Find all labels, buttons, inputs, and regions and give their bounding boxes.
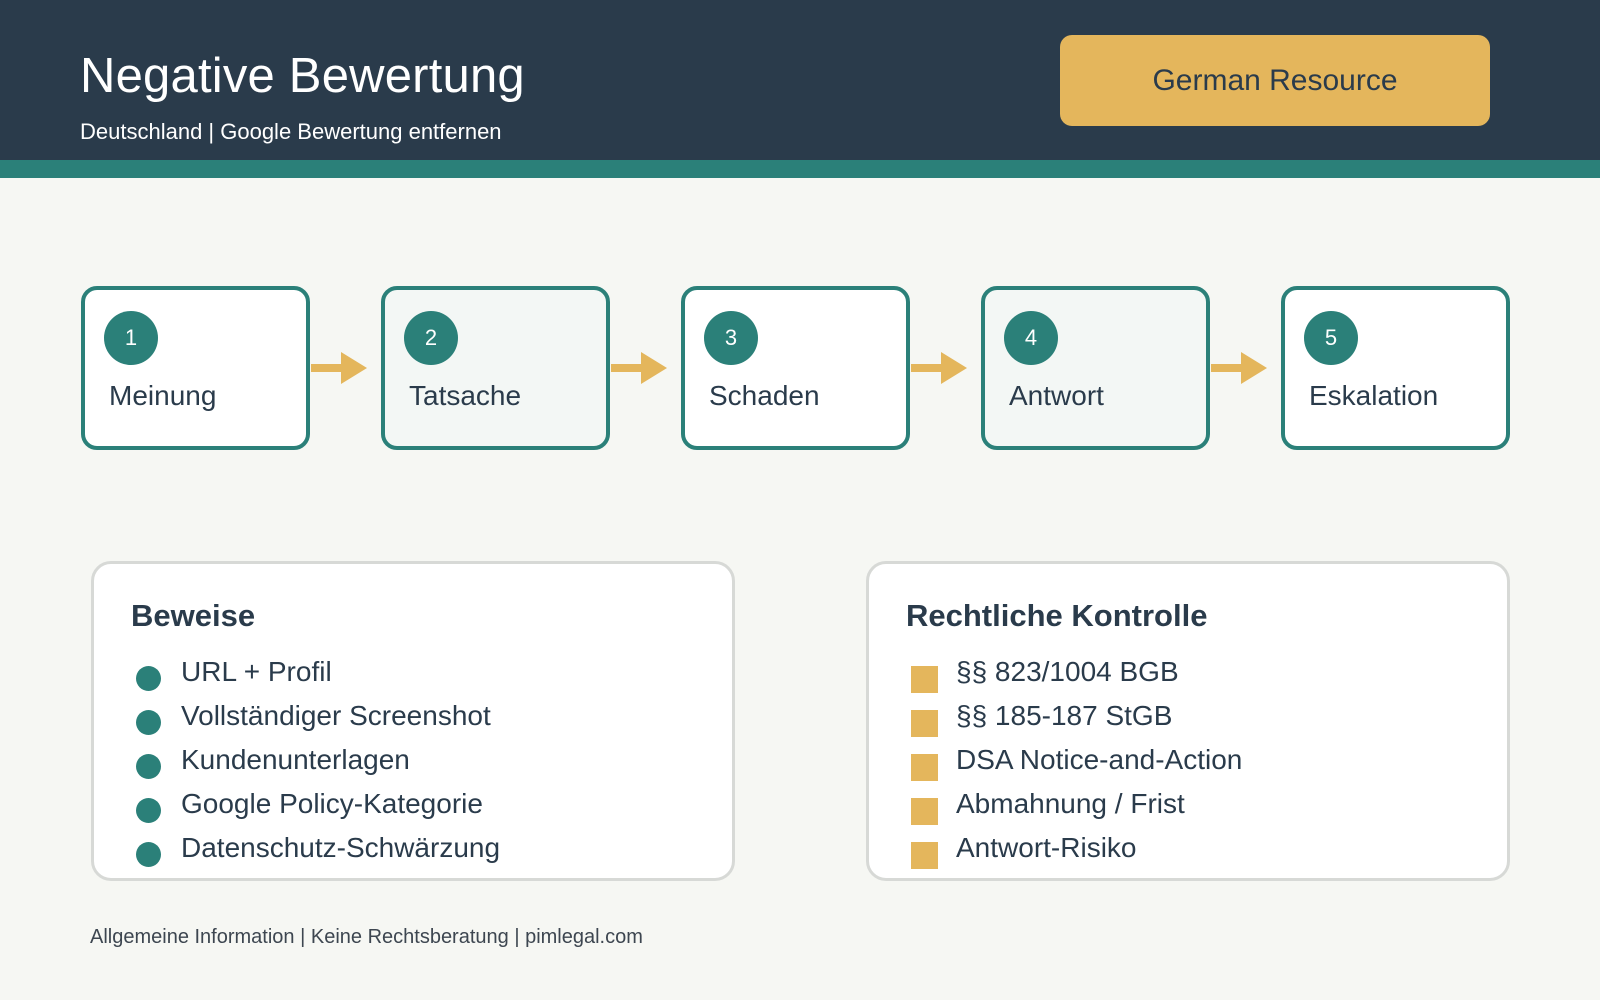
flow-arrow-icon [1211,352,1267,384]
bullet-square-icon [911,754,938,781]
bullet-square-icon [911,798,938,825]
bullet-dot-icon [136,842,161,867]
flow-step-5: 5 Eskalation [1281,286,1510,450]
flow-arrow-icon [311,352,367,384]
step-number-badge: 5 [1304,311,1358,365]
legal-item: DSA Notice-and-Action [869,744,1507,784]
flow-arrow-icon [611,352,667,384]
bullet-square-icon [911,710,938,737]
legal-item-text: Abmahnung / Frist [956,788,1185,819]
step-label: Meinung [109,380,217,411]
step-label: Antwort [1009,380,1104,411]
flow-step-2: 2 Tatsache [381,286,610,450]
evidence-item-text: Datenschutz-Schwärzung [181,832,501,863]
legal-list: §§ 823/1004 BGB §§ 185-187 StGB DSA Noti… [869,564,1507,878]
step-number-badge: 4 [1004,311,1058,365]
evidence-list: URL + Profil Vollständiger Screenshot Ku… [94,564,732,878]
evidence-item-text: Google Policy-Kategorie [181,788,483,819]
evidence-item-text: Kundenunterlagen [181,744,410,775]
evidence-item: URL + Profil [94,656,732,696]
step-number-badge: 1 [104,311,158,365]
header-bar: Negative Bewertung Deutschland | Google … [0,0,1600,160]
evidence-item: Datenschutz-Schwärzung [94,832,732,872]
bullet-dot-icon [136,710,161,735]
resource-badge-label: German Resource [1152,63,1398,97]
step-label: Tatsache [409,380,522,411]
page-title: Negative Bewertung [80,49,525,103]
legal-item-text: §§ 185-187 StGB [956,700,1173,731]
legal-item: §§ 185-187 StGB [869,700,1507,740]
evidence-item-text: URL + Profil [181,656,332,687]
legal-item: §§ 823/1004 BGB [869,656,1507,696]
legal-item-text: DSA Notice-and-Action [956,744,1243,775]
footer-disclaimer: Allgemeine Information | Keine Rechtsber… [90,926,643,948]
evidence-item: Vollständiger Screenshot [94,700,732,740]
legal-item-text: Antwort-Risiko [956,832,1137,863]
flow-step-4: 4 Antwort [981,286,1210,450]
legal-panel: Rechtliche Kontrolle §§ 823/1004 BGB §§ … [866,561,1510,881]
step-label: Eskalation [1309,380,1439,411]
legal-item: Antwort-Risiko [869,832,1507,872]
page-subtitle: Deutschland | Google Bewertung entfernen [80,119,502,144]
flow-arrow-icon [911,352,967,384]
bullet-square-icon [911,666,938,693]
evidence-item: Kundenunterlagen [94,744,732,784]
resource-badge: German Resource [1060,35,1490,126]
step-label: Schaden [709,380,820,411]
bullet-dot-icon [136,754,161,779]
evidence-item: Google Policy-Kategorie [94,788,732,828]
step-number-badge: 2 [404,311,458,365]
step-number-badge: 3 [704,311,758,365]
legal-item-text: §§ 823/1004 BGB [956,656,1179,687]
flow-step-3: 3 Schaden [681,286,910,450]
evidence-panel: Beweise URL + Profil Vollständiger Scree… [91,561,735,881]
flow-step-1: 1 Meinung [81,286,310,450]
bullet-dot-icon [136,666,161,691]
bullet-dot-icon [136,798,161,823]
bullet-square-icon [911,842,938,869]
legal-item: Abmahnung / Frist [869,788,1507,828]
evidence-item-text: Vollständiger Screenshot [181,700,491,731]
header-accent-stripe [0,160,1600,178]
